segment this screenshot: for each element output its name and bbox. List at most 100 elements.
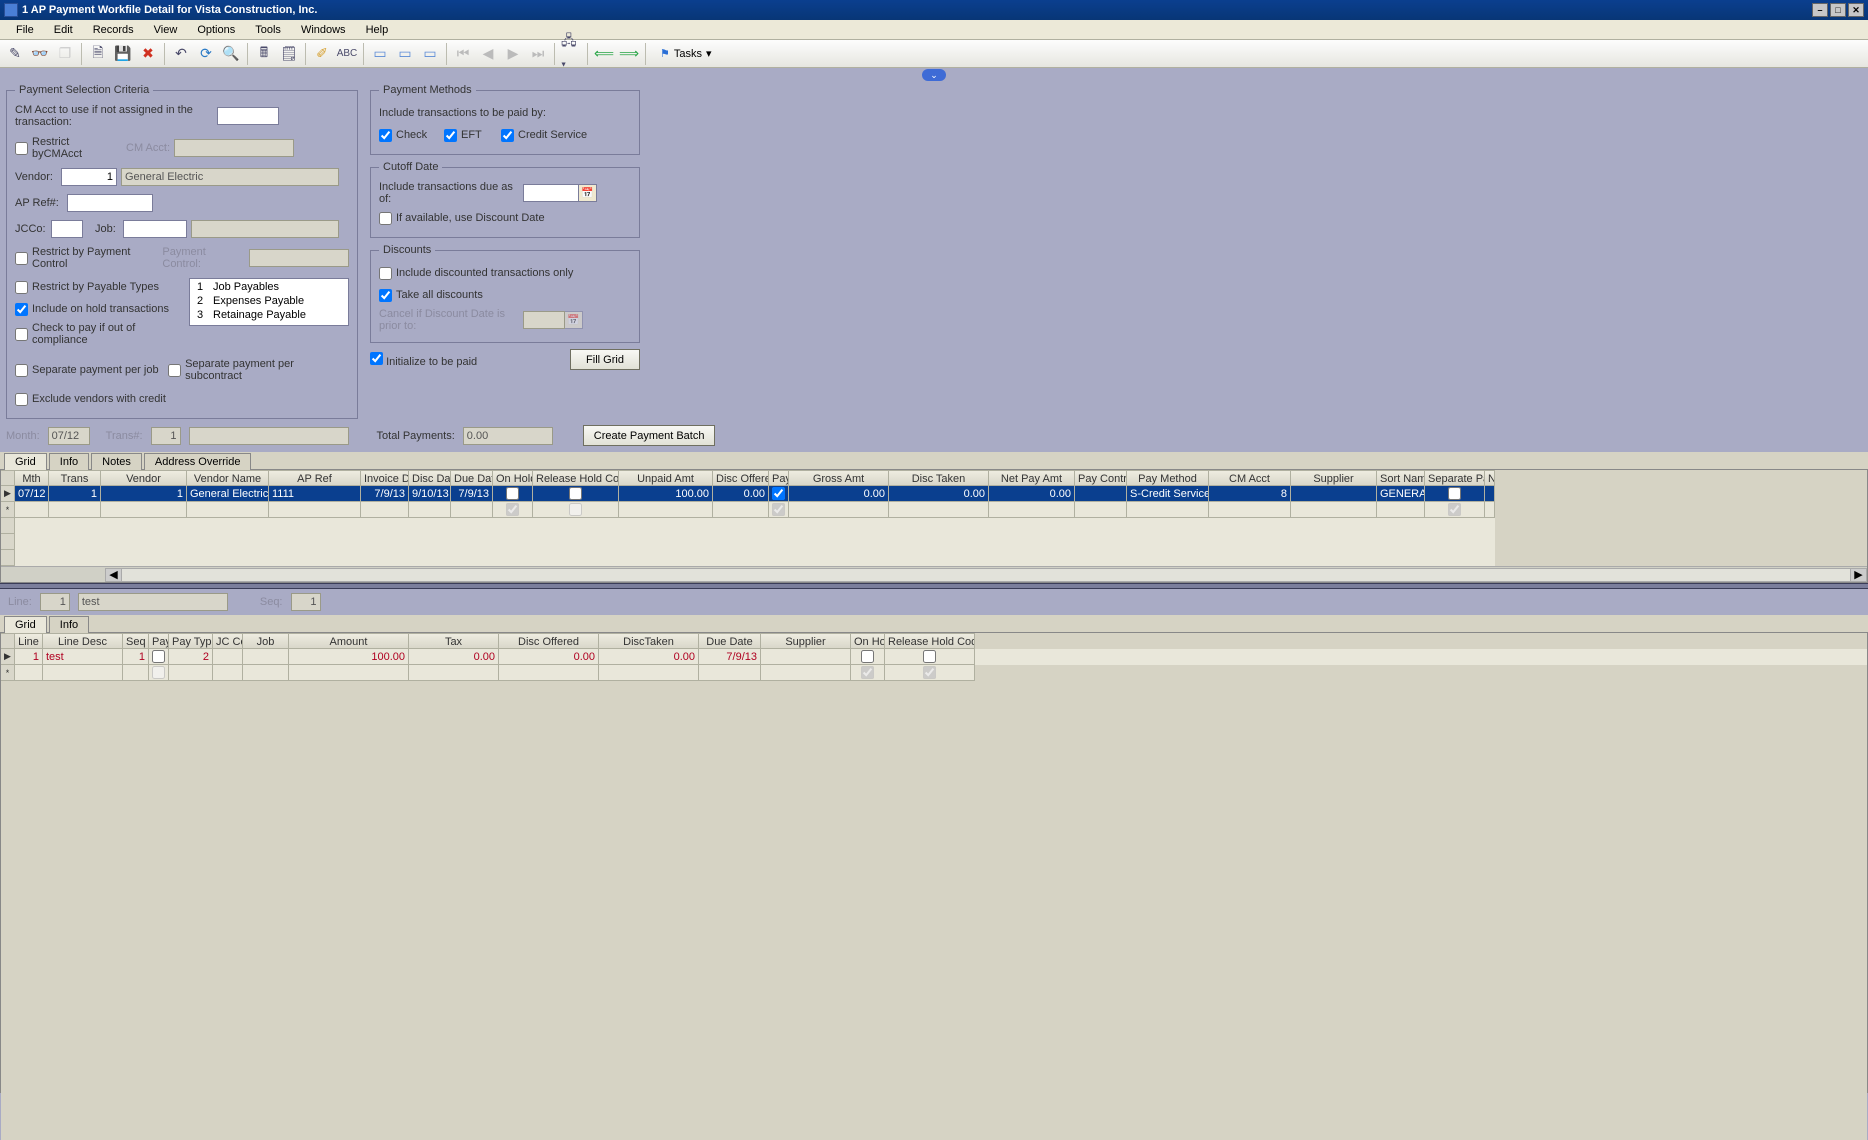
doc-icon[interactable]: 🗎 [87,43,109,65]
note-icon[interactable]: 🗒 [278,43,300,65]
search-icon[interactable]: 🔍 [220,43,242,65]
seq-label: Seq: [260,596,283,608]
cs-label: Credit Service [518,129,587,141]
expand-strip: ⌄ [0,68,1868,82]
calc-icon[interactable]: 🖩 [253,43,275,65]
payable-types-list[interactable]: 1Job Payables 2Expenses Payable 3Retaina… [189,278,349,326]
spellcheck-icon[interactable]: ABC [336,43,358,65]
transnum-label: Trans#: [106,430,143,442]
window3-icon[interactable]: ▭ [419,43,441,65]
calendar-icon[interactable]: 📅 [579,184,597,202]
apref-input[interactable] [67,194,153,212]
cancel-discount-label: Cancel if Discount Date is prior to: [379,308,519,332]
menu-tools[interactable]: Tools [245,21,291,39]
menu-help[interactable]: Help [356,21,399,39]
take-all-discounts-checkbox[interactable] [379,289,392,302]
cutoff-group: Cutoff Date Include transactions due as … [370,161,640,238]
vendor-name [121,168,339,186]
tab-notes[interactable]: Notes [91,453,142,470]
cs-checkbox[interactable] [501,129,514,142]
cutoff-date-input[interactable] [523,184,579,202]
app-icon [4,3,18,17]
collapse-panel-icon[interactable]: ⌄ [922,69,946,81]
lower-grid[interactable]: LineLine DescSeqPayPay TypeJC CoJobAmoun… [0,633,1868,1093]
check-compliance-label: Check to pay if out of compliance [32,322,185,346]
first-icon[interactable]: ⏮ [452,43,474,65]
glasses-icon[interactable]: 👓 [29,43,51,65]
tab-info[interactable]: Info [49,453,89,470]
seq-input [291,593,321,611]
cmacct-default-input[interactable] [217,107,279,125]
create-batch-button[interactable]: Create Payment Batch [583,425,716,446]
titlebar: 1 AP Payment Workfile Detail for Vista C… [0,0,1868,20]
close-button[interactable]: ✕ [1848,3,1864,17]
upper-grid[interactable]: MthTransVendorVendor NameAP RefInvoice D… [0,470,1868,583]
check-compliance-checkbox[interactable] [15,328,28,341]
copy-icon[interactable]: ❐ [54,43,76,65]
next-icon[interactable]: ▶ [502,43,524,65]
summary-row: Month: Trans#: Total Payments: Create Pa… [0,423,1868,452]
initialize-checkbox[interactable] [370,352,383,365]
new-icon[interactable]: ✎ [4,43,26,65]
delete-icon[interactable]: ✖ [137,43,159,65]
maximize-button[interactable]: □ [1830,3,1846,17]
link-icon[interactable]: 🖧▾ [560,43,582,65]
sep-per-sub-checkbox[interactable] [168,364,181,377]
refresh-icon[interactable]: ⟳ [195,43,217,65]
line-desc [78,593,228,611]
month-input [48,427,90,445]
upper-grid-hscroll[interactable]: ◀▶ [1,566,1867,582]
sep-per-job-checkbox[interactable] [15,364,28,377]
paycontrol-field-label: Payment Control: [162,246,245,270]
paymethods-include-label: Include transactions to be paid by: [379,107,546,119]
eft-checkbox[interactable] [444,129,457,142]
exclude-credit-checkbox[interactable] [15,393,28,406]
eft-label: EFT [461,129,497,141]
menu-options[interactable]: Options [187,21,245,39]
use-discount-date-checkbox[interactable] [379,212,392,225]
menu-records[interactable]: Records [83,21,144,39]
brush-icon[interactable]: ✐ [311,43,333,65]
calendar-icon-disabled: 📅 [565,311,583,329]
line-header: Line: Seq: [0,589,1868,615]
use-discount-date-label: If available, use Discount Date [396,212,545,224]
window1-icon[interactable]: ▭ [369,43,391,65]
toolbar: ✎ 👓 ❐ 🗎 💾 ✖ ↶ ⟳ 🔍 🖩 🗒 ✐ ABC ▭ ▭ ▭ ⏮ ◀ ▶ … [0,40,1868,68]
cancel-discount-input [523,311,565,329]
last-icon[interactable]: ⏭ [527,43,549,65]
initialize-label: Initialize to be paid [386,356,477,368]
menu-edit[interactable]: Edit [44,21,83,39]
paymethods-group: Payment Methods Include transactions to … [370,84,640,155]
include-discounted-only-checkbox[interactable] [379,267,392,280]
prev-icon[interactable]: ◀ [477,43,499,65]
check-checkbox[interactable] [379,129,392,142]
vendor-input[interactable] [61,168,117,186]
apref-label: AP Ref#: [15,197,63,209]
cmacct-field [174,139,294,157]
restrict-paytypes-checkbox[interactable] [15,281,28,294]
restrict-paycontrol-checkbox[interactable] [15,252,28,265]
trans-desc [189,427,349,445]
include-onhold-checkbox[interactable] [15,303,28,316]
save-icon[interactable]: 💾 [112,43,134,65]
tasks-button[interactable]: ⚑ Tasks ▾ [651,44,721,63]
menu-file[interactable]: File [6,21,44,39]
navprev-green-icon[interactable]: ⟸ [593,43,615,65]
window2-icon[interactable]: ▭ [394,43,416,65]
jcco-input[interactable] [51,220,83,238]
tab2-info[interactable]: Info [49,616,89,633]
minimize-button[interactable]: – [1812,3,1828,17]
fill-grid-button[interactable]: Fill Grid [570,349,640,370]
navnext-green-icon[interactable]: ⟹ [618,43,640,65]
tab2-grid[interactable]: Grid [4,616,47,633]
restrict-cmacct-checkbox[interactable] [15,142,28,155]
paycontrol-input [249,249,349,267]
tab-grid[interactable]: Grid [4,453,47,470]
restrict-paytypes-label: Restrict by Payable Types [32,281,159,293]
job-input[interactable] [123,220,187,238]
undo-icon[interactable]: ↶ [170,43,192,65]
menu-windows[interactable]: Windows [291,21,356,39]
tab-address-override[interactable]: Address Override [144,453,252,470]
transnum-input [151,427,181,445]
menu-view[interactable]: View [144,21,188,39]
